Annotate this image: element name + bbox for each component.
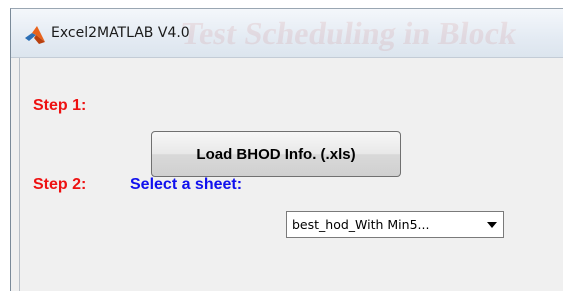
step1-label: Step 1: — [33, 97, 87, 114]
title-bar[interactable]: Test Scheduling in Block Excel2MATLAB V4… — [11, 9, 563, 58]
chevron-down-icon[interactable] — [481, 212, 503, 237]
load-bhod-button[interactable]: Load BHOD Info. (.xls) — [151, 131, 401, 177]
select-sheet-label: Select a sheet: — [130, 176, 243, 193]
background-watermark-text: Test Scheduling in Block — [178, 15, 520, 51]
window-title: Excel2MATLAB V4.0 — [51, 25, 190, 41]
matlab-logo-icon — [25, 26, 45, 44]
sheet-select[interactable]: best_hod_With Min5... — [286, 211, 504, 238]
step2-label: Step 2: — [33, 176, 87, 193]
sheet-select-value: best_hod_With Min5... — [292, 217, 430, 232]
